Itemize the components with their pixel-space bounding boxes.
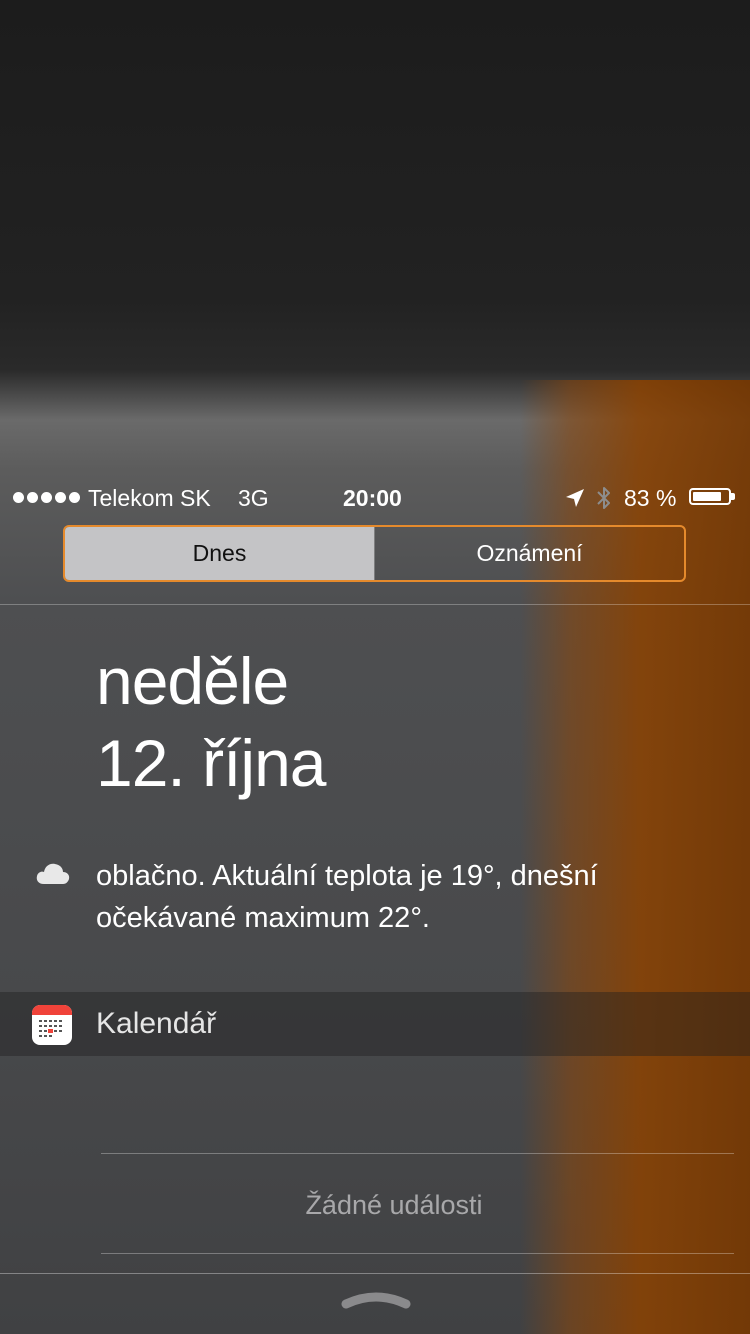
grabber-handle-icon[interactable] (340, 1288, 412, 1312)
location-arrow-icon (566, 489, 584, 507)
divider (101, 1253, 734, 1254)
carrier-name: Telekom SK (88, 485, 211, 511)
view-switcher: Dnes Oznámení (63, 525, 686, 582)
divider (0, 1273, 750, 1274)
date: 12. října (96, 726, 326, 800)
cloud-icon (36, 863, 70, 884)
calendar-grid-icon (39, 1020, 62, 1037)
signal-dot (41, 492, 52, 503)
bluetooth-icon (597, 487, 610, 509)
tab-notifications[interactable]: Oznámení (374, 527, 684, 580)
battery-icon (689, 488, 731, 505)
divider (101, 1153, 734, 1154)
signal-dot (27, 492, 38, 503)
weekday: neděle (96, 644, 289, 718)
tab-today[interactable]: Dnes (65, 527, 374, 580)
battery-tip (731, 493, 735, 500)
calendar-widget-header[interactable]: Kalendář (0, 992, 750, 1056)
weather-summary: oblačno. Aktuální teplota je 19°, dnešní… (96, 860, 598, 934)
signal-dot (69, 492, 80, 503)
battery-fill (693, 492, 721, 501)
network-type: 3G (238, 485, 269, 511)
signal-strength-icon (13, 492, 80, 503)
status-bar: Telekom SK 3G 20:00 83 % (0, 478, 750, 518)
calendar-title: Kalendář (96, 1007, 217, 1040)
no-events-message: Žádné události (305, 1190, 483, 1220)
divider (0, 604, 750, 605)
signal-dot (55, 492, 66, 503)
battery-percentage: 83 % (624, 485, 677, 511)
status-time: 20:00 (343, 485, 402, 511)
notification-center: ​ Telekom SK 3G 20:00 83 % Dnes Oznámení… (0, 0, 750, 1334)
calendar-app-icon (32, 1005, 72, 1045)
signal-dot (13, 492, 24, 503)
